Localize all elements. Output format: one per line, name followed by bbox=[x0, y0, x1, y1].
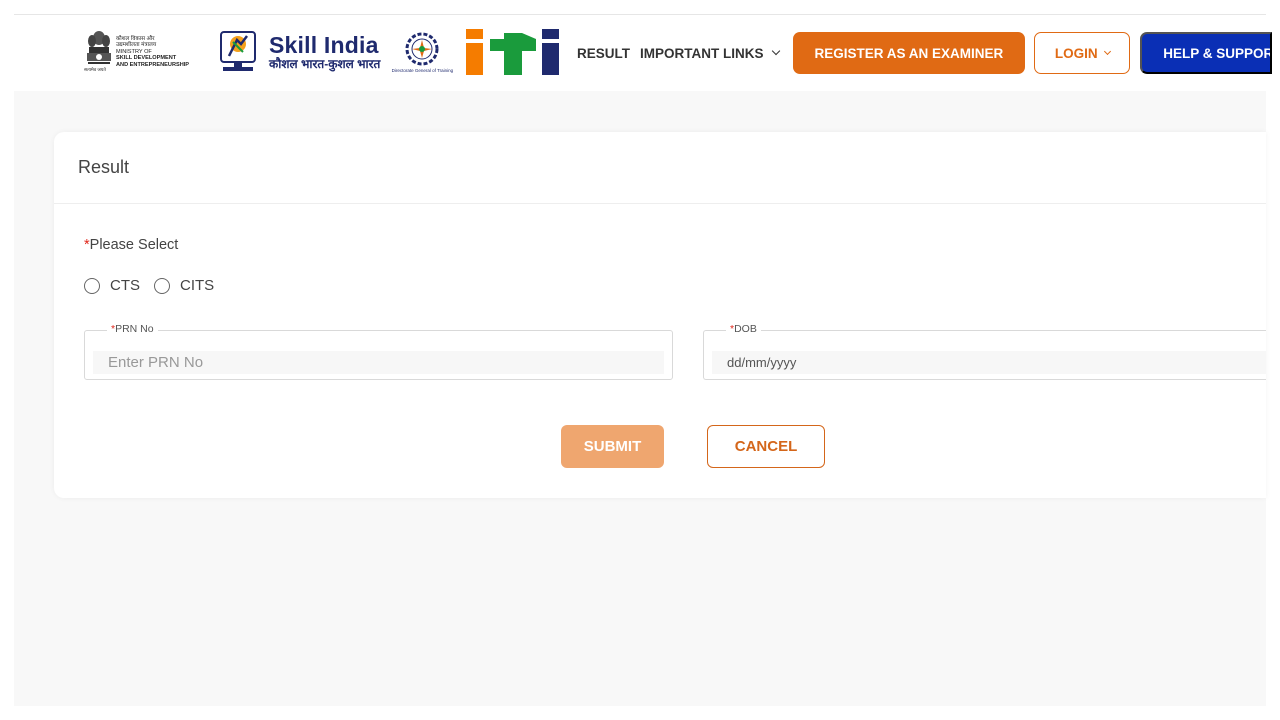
register-examiner-button[interactable]: REGISTER AS AN EXAMINER bbox=[792, 32, 1026, 74]
nav-result-link[interactable]: RESULT bbox=[577, 46, 630, 61]
submit-button[interactable]: SUBMIT bbox=[561, 425, 664, 468]
help-support-button[interactable]: HELP & SUPPORT bbox=[1140, 32, 1273, 74]
skill-india-subtitle: कौशल भारत-कुशल भारत bbox=[269, 57, 381, 71]
radio-cits-label[interactable]: CITS bbox=[180, 277, 214, 294]
dob-field: *DOB bbox=[703, 323, 1266, 380]
dob-input[interactable] bbox=[712, 351, 1266, 374]
ministry-logo[interactable]: सत्यमेव जयते कौशल विकास और उद्यमशीलता मं… bbox=[84, 28, 212, 76]
radio-cts[interactable] bbox=[84, 277, 100, 294]
main-nav: RESULT IMPORTANT LINKS REGISTER AS AN EX… bbox=[577, 32, 1273, 74]
chevron-down-icon bbox=[771, 46, 780, 56]
page-title: Result bbox=[78, 157, 130, 177]
logo-strip: सत्यमेव जयते कौशल विकास और उद्यमशीलता मं… bbox=[84, 27, 560, 77]
login-button[interactable]: LOGIN bbox=[1034, 32, 1131, 74]
pmkvy-logo-icon[interactable] bbox=[219, 30, 257, 74]
select-label-text: Please Select bbox=[89, 237, 179, 253]
radio-cts-label[interactable]: CTS bbox=[110, 277, 140, 294]
dob-label-text: DOB bbox=[734, 323, 757, 335]
dgt-gear-icon bbox=[405, 32, 439, 66]
card-header: Result bbox=[54, 132, 1266, 204]
scheme-radio-group: CTS CITS bbox=[84, 277, 228, 294]
ministry-line3: AND ENTREPRENEURSHIP bbox=[116, 61, 190, 68]
chevron-down-icon bbox=[1103, 47, 1111, 55]
prn-label-text: PRN No bbox=[115, 323, 154, 335]
skill-india-title: Skill India bbox=[269, 32, 379, 58]
cancel-button[interactable]: CANCEL bbox=[707, 425, 825, 468]
skill-india-logo[interactable]: Skill India कौशल भारत-कुशल भारत bbox=[269, 33, 380, 71]
prn-label: *PRN No bbox=[107, 323, 158, 335]
radio-cits[interactable] bbox=[154, 277, 170, 294]
iti-logo-icon[interactable] bbox=[464, 29, 560, 75]
dgt-caption: Directorate General of Training bbox=[391, 68, 454, 73]
result-card: Result *Please Select CTS CITS *PRN No *… bbox=[54, 132, 1266, 498]
main-content: Result *Please Select CTS CITS *PRN No *… bbox=[14, 91, 1266, 706]
nav-important-links[interactable]: IMPORTANT LINKS bbox=[640, 45, 780, 61]
select-label: *Please Select bbox=[84, 237, 178, 253]
dob-label: *DOB bbox=[726, 323, 761, 335]
site-header: सत्यमेव जयते कौशल विकास और उद्यमशीलता मं… bbox=[14, 15, 1273, 91]
prn-field: *PRN No bbox=[84, 323, 673, 380]
login-label: LOGIN bbox=[1054, 45, 1098, 61]
dgt-logo[interactable]: Directorate General of Training bbox=[388, 31, 456, 73]
national-emblem-icon: सत्यमेव जयते bbox=[84, 29, 112, 75]
form-actions: SUBMIT CANCEL bbox=[561, 425, 825, 468]
important-links-label: IMPORTANT LINKS bbox=[640, 45, 764, 61]
emblem-motto: सत्यमेव जयते bbox=[84, 67, 106, 72]
ministry-name: कौशल विकास और उद्यमशीलता मंत्रालय MINIST… bbox=[116, 36, 189, 68]
prn-input[interactable] bbox=[93, 351, 664, 374]
